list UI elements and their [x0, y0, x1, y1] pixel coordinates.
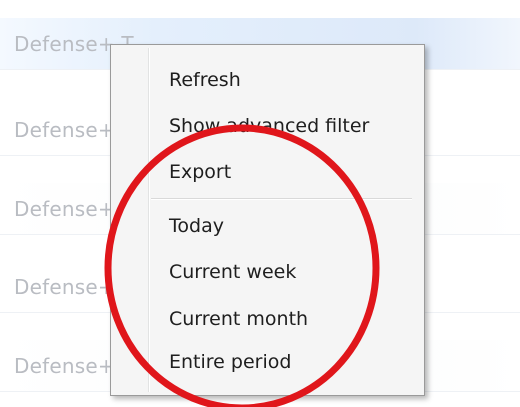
menu-item-entire-period[interactable]: Entire period	[115, 341, 420, 383]
menu-item-current-week[interactable]: Current week	[115, 251, 420, 293]
menu-item-today[interactable]: Today	[115, 205, 420, 247]
table-cell-name: Defense+	[14, 117, 115, 142]
menu-separator	[151, 198, 412, 200]
table-cell-name: Defense+	[14, 196, 115, 221]
table-cell-name: Defense+	[14, 353, 115, 378]
context-menu: Refresh Show advanced filter Export Toda…	[110, 44, 425, 396]
menu-item-current-month[interactable]: Current month	[115, 298, 420, 340]
table-cell-name: Defense+	[14, 274, 115, 299]
menu-item-show-advanced-filter[interactable]: Show advanced filter	[115, 105, 420, 147]
menu-item-export[interactable]: Export	[115, 151, 420, 193]
menu-item-refresh[interactable]: Refresh	[115, 59, 420, 101]
screenshot-stage: Defense+ T Defense+ Defense+ Defense+ De…	[0, 0, 520, 407]
